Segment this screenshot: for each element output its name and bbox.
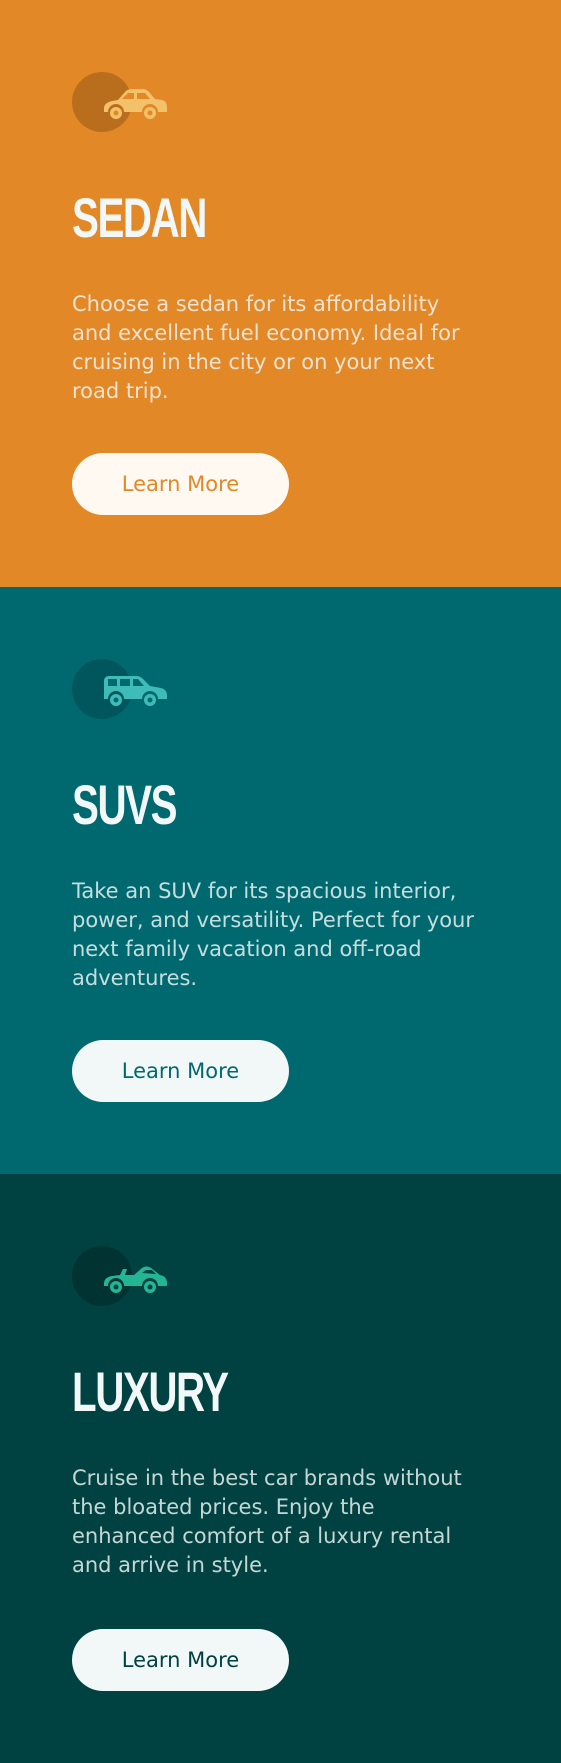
card-description: Choose a sedan for its affordability and… [72, 292, 460, 403]
card-luxury: LUXURY Cruise in the best car brands wit… [0, 1174, 561, 1763]
suv-icon-container [72, 659, 168, 719]
card-title: SEDAN [72, 186, 207, 249]
learn-more-button[interactable]: Learn More [72, 1629, 289, 1691]
sedan-car-icon [104, 89, 167, 119]
card-title: SUVS [72, 773, 177, 836]
card-suvs: SUVS Take an SUV for its spacious interi… [0, 587, 561, 1174]
learn-more-button[interactable]: Learn More [72, 1040, 289, 1102]
learn-more-button[interactable]: Learn More [72, 453, 289, 515]
suv-car-icon [104, 676, 167, 706]
card-description: Cruise in the best car brands without th… [72, 1466, 462, 1577]
luxury-icon-container [72, 1246, 168, 1306]
card-description: Take an SUV for its spacious interior, p… [72, 879, 474, 990]
card-sedan: SEDAN Choose a sedan for its affordabili… [0, 0, 561, 587]
luxury-car-icon [104, 1266, 167, 1293]
sedan-icon-container [72, 72, 168, 132]
card-title: LUXURY [72, 1360, 229, 1423]
